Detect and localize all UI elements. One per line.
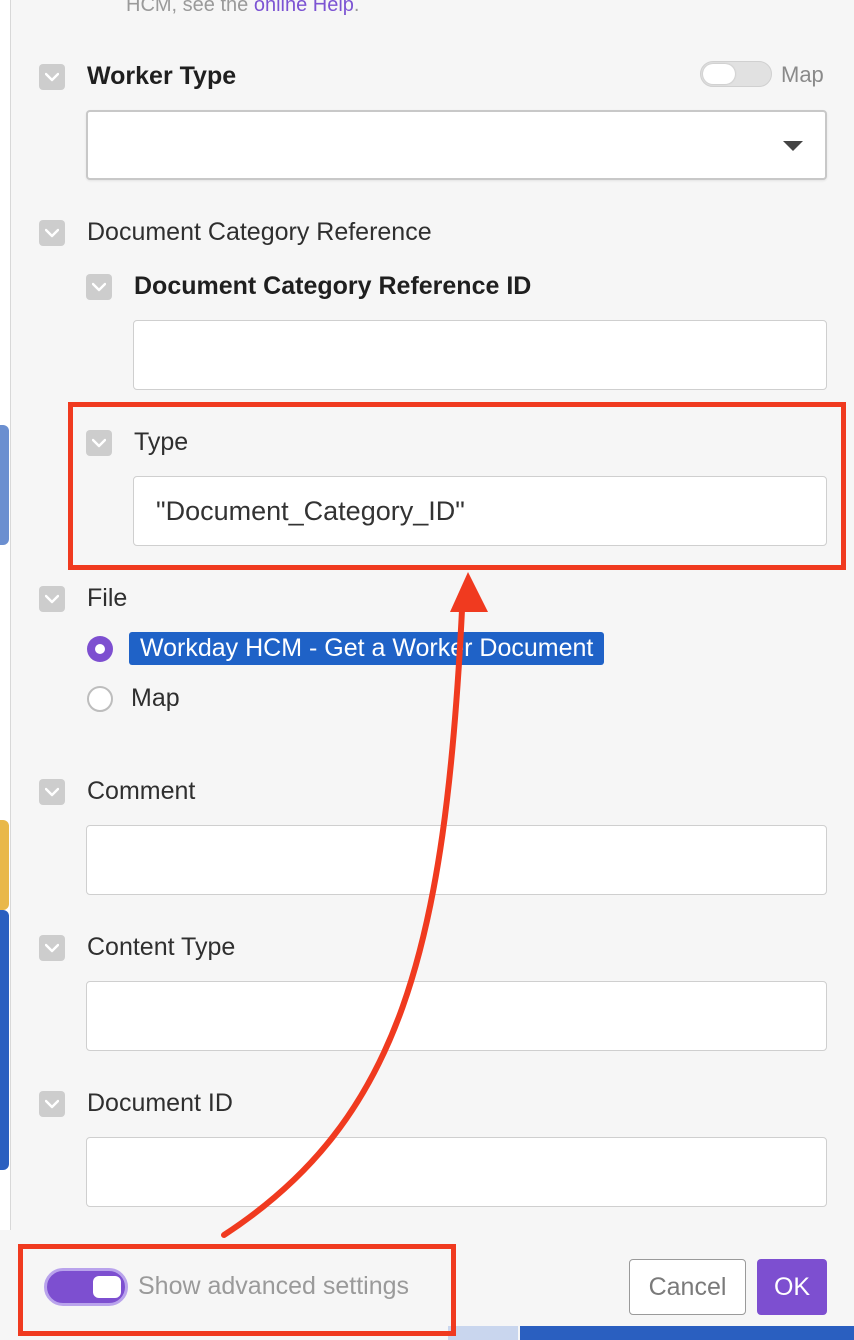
doc-category-ref-id-collapse-toggle[interactable] (86, 273, 112, 300)
file-row: File (39, 584, 127, 613)
help-text: HCM, see the online Help. (126, 0, 359, 17)
content-type-label: Content Type (87, 933, 236, 961)
canvas-module-fragment (448, 1326, 518, 1340)
content-type-input[interactable] (86, 981, 827, 1051)
chevron-down-icon (45, 787, 59, 796)
chevron-down-icon (45, 72, 59, 81)
canvas-module-fragment (0, 910, 9, 1170)
radio-selected-icon[interactable] (87, 635, 113, 662)
document-id-row: Document ID (39, 1089, 233, 1118)
comment-collapse-toggle[interactable] (39, 778, 65, 805)
online-help-link[interactable]: online Help (254, 0, 354, 16)
worker-type-collapse-toggle[interactable] (39, 63, 65, 90)
canvas-module-fragment (520, 1326, 854, 1340)
radio-unselected-icon[interactable] (87, 685, 113, 712)
comment-input[interactable] (86, 825, 827, 895)
chevron-down-icon (45, 943, 59, 952)
comment-row: Comment (39, 777, 195, 806)
chevron-down-icon (45, 1099, 59, 1108)
dropdown-caret-icon (783, 141, 803, 151)
worker-type-select[interactable] (86, 110, 827, 180)
file-collapse-toggle[interactable] (39, 585, 65, 612)
file-option-label: Workday HCM - Get a Worker Document (129, 632, 605, 665)
doc-category-ref-id-row: Document Category Reference ID (86, 272, 531, 301)
content-type-collapse-toggle[interactable] (39, 934, 65, 961)
document-id-input[interactable] (86, 1137, 827, 1207)
ok-button[interactable]: OK (757, 1259, 827, 1315)
content-type-row: Content Type (39, 933, 235, 962)
file-option-map[interactable]: Map (87, 684, 180, 713)
map-toggle-label: Map (781, 62, 824, 87)
help-text-prefix: HCM, see the (126, 0, 254, 16)
doc-category-ref-label: Document Category Reference (87, 218, 432, 246)
worker-type-label: Worker Type (87, 62, 237, 90)
comment-label: Comment (87, 777, 196, 805)
worker-type-map-toggle[interactable] (700, 61, 772, 87)
chevron-down-icon (92, 282, 106, 291)
doc-category-ref-row: Document Category Reference (39, 218, 432, 247)
toggle-knob (703, 64, 735, 84)
canvas-module-fragment (0, 820, 9, 910)
cancel-button[interactable]: Cancel (629, 1259, 746, 1315)
doc-category-ref-id-input[interactable] (133, 320, 827, 390)
file-label: File (87, 584, 128, 612)
file-option-worker-document[interactable]: Workday HCM - Get a Worker Document (87, 632, 605, 665)
chevron-down-icon (45, 594, 59, 603)
doc-category-ref-collapse-toggle[interactable] (39, 219, 65, 246)
chevron-down-icon (45, 228, 59, 237)
document-id-collapse-toggle[interactable] (39, 1090, 65, 1117)
file-option-label: Map (131, 684, 180, 712)
annotation-highlight-type (68, 402, 846, 570)
document-id-label: Document ID (87, 1089, 233, 1117)
worker-type-row: Worker Type (39, 62, 236, 91)
annotation-highlight-advanced-settings (18, 1244, 456, 1336)
doc-category-ref-id-label: Document Category Reference ID (134, 272, 532, 300)
help-text-suffix: . (353, 0, 360, 16)
canvas-module-fragment (0, 425, 9, 545)
